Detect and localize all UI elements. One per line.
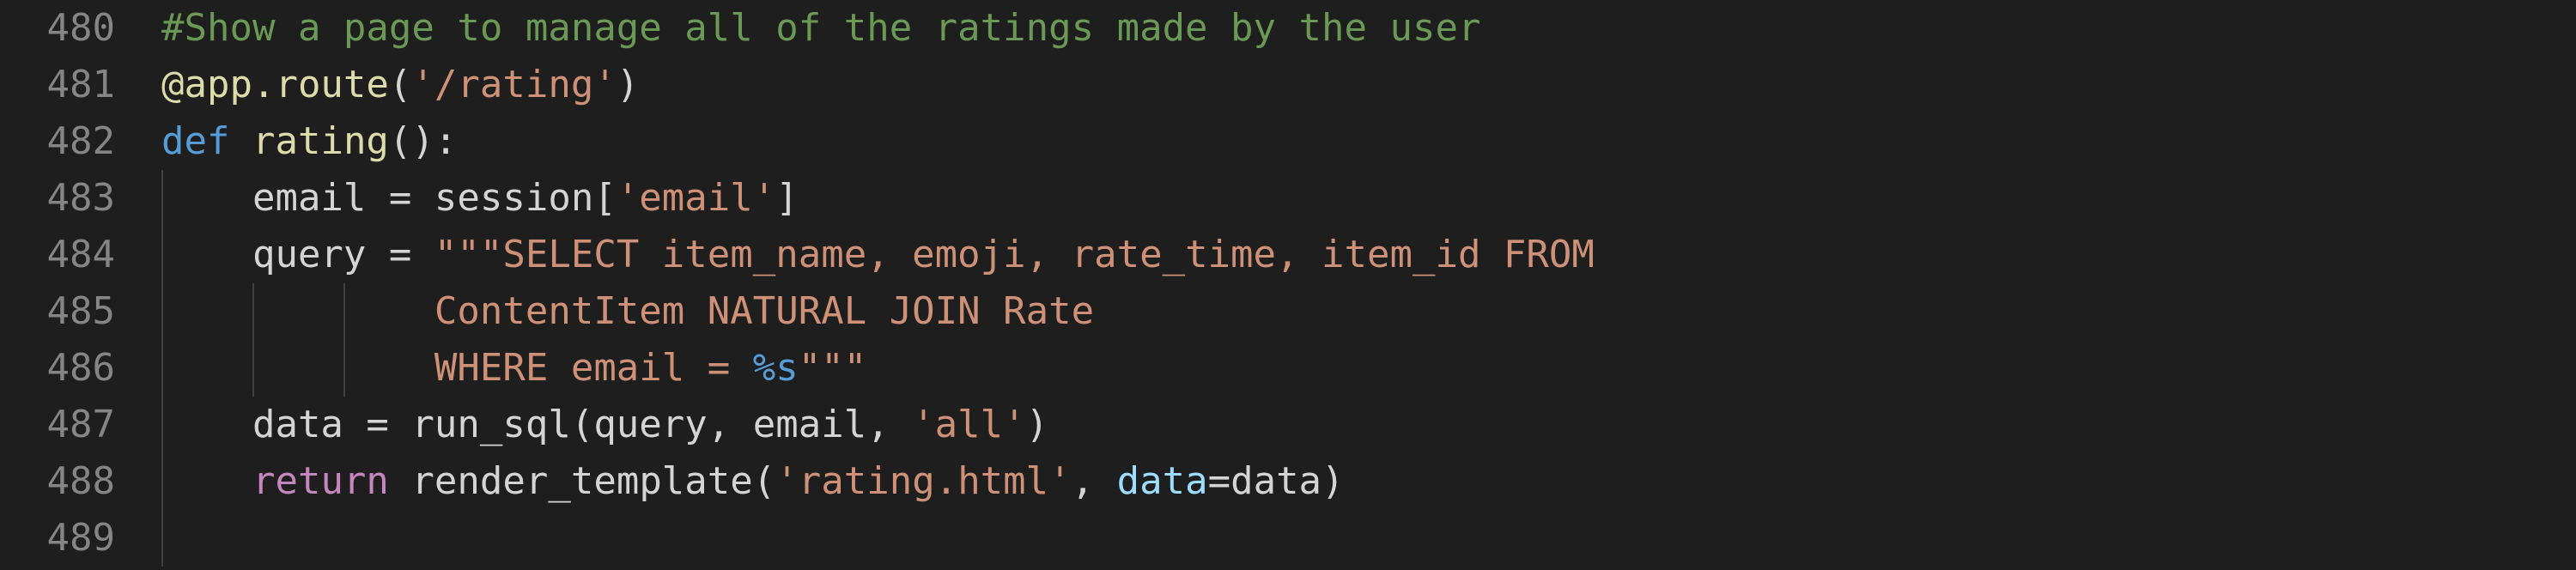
code-editor[interactable]: 480 #Show a page to manage all of the rat… [0, 0, 2576, 570]
line-number: 483 [46, 176, 115, 220]
line-number: 487 [46, 403, 115, 446]
code-token-plain: query = [161, 233, 434, 276]
code-token-plain: ] [775, 176, 799, 220]
code-token-plain: data = run_sql(query, email, [161, 403, 913, 446]
code-token-plain: render_template( [388, 459, 776, 503]
code-token-plain: ( [388, 63, 412, 106]
code-token-param: data [1116, 459, 1208, 503]
line-content: @app.route('/rating') [161, 57, 639, 113]
line-content: return render_template('rating.html', da… [161, 453, 1345, 510]
line-number: 481 [46, 63, 115, 106]
code-token-string: WHERE email = [161, 346, 753, 390]
code-token-plain: , [1071, 459, 1117, 503]
line-content: email = session['email'] [161, 170, 799, 227]
code-token-format: %s [752, 346, 799, 390]
code-token-plain: (): [388, 119, 458, 163]
code-token-string: ContentItem NATURAL JOIN Rate [161, 289, 1095, 333]
code-token-plain: ) [616, 63, 640, 106]
code-token-plain: email = session[ [161, 176, 617, 220]
code-token-string: '/rating' [411, 63, 617, 106]
code-token-string: """SELECT item_name, emoji, rate_time, i… [434, 233, 1595, 276]
line-number: 486 [46, 346, 115, 390]
line-content: query = """SELECT item_name, emoji, rate… [161, 227, 1595, 283]
code-token-string: 'email' [616, 176, 776, 220]
line-content: ContentItem NATURAL JOIN Rate [161, 283, 1094, 340]
code-token-string: 'rating.html' [775, 459, 1072, 503]
line-number: 484 [46, 233, 115, 276]
code-token-comment: #Show a page to manage all of the rating… [161, 6, 1481, 50]
code-token-plain: =data) [1207, 459, 1345, 503]
line-content: WHERE email = %s""" [161, 340, 866, 397]
code-token-decorator: @app.route [161, 63, 389, 106]
code-token-control: return [252, 459, 389, 503]
line-content: data = run_sql(query, email, 'all') [161, 397, 1048, 453]
line-number: 482 [46, 119, 115, 163]
line-content: def rating(): [161, 113, 457, 170]
code-token-string: 'all' [912, 403, 1026, 446]
code-token-func: rating [252, 119, 389, 163]
code-token-plain: ) [1025, 403, 1049, 446]
line-number: 489 [46, 516, 115, 560]
line-number: 485 [46, 289, 115, 333]
line-number: 480 [46, 6, 115, 50]
line-number: 488 [46, 459, 115, 503]
code-token-keyword: def [161, 119, 230, 163]
line-content: #Show a page to manage all of the rating… [161, 0, 1480, 57]
code-token-string: """ [798, 346, 867, 390]
